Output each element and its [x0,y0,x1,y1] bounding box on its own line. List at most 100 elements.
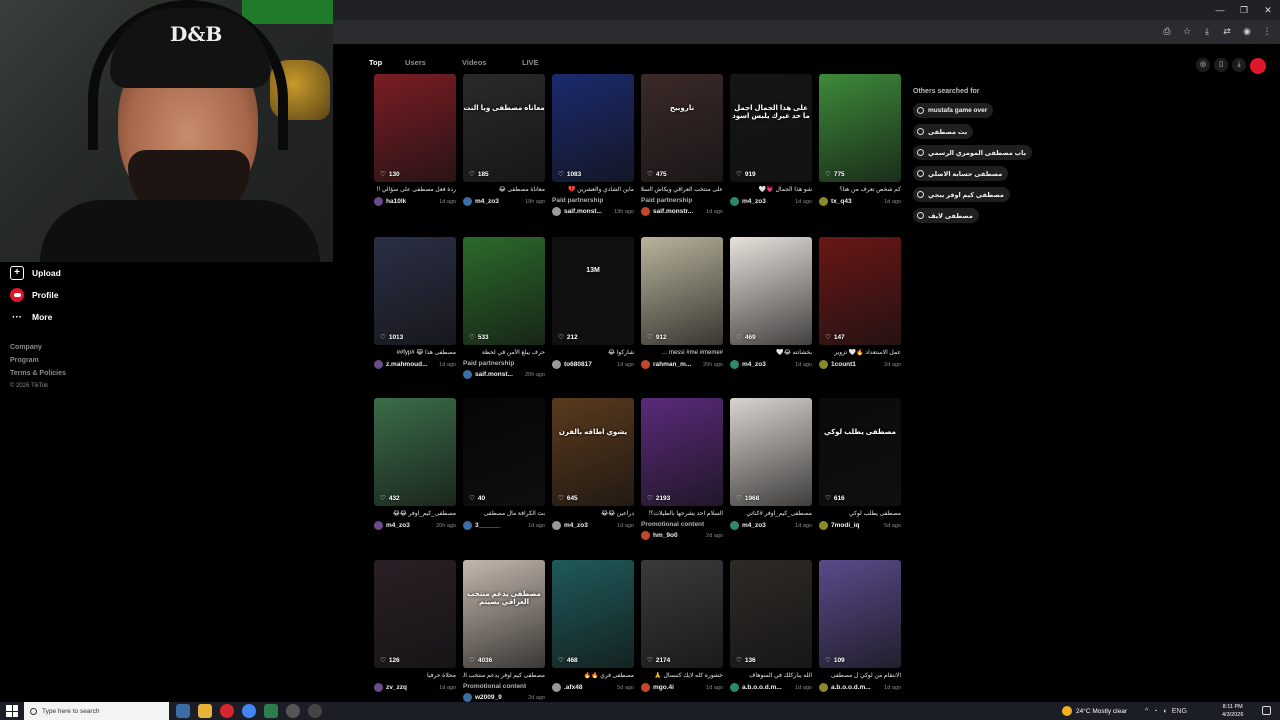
close-icon[interactable]: ✕ [1256,0,1280,20]
notification-icon[interactable] [1262,706,1271,715]
avatar[interactable] [819,360,828,369]
sidebar-item-profile[interactable]: Profile [10,287,58,303]
media-icon[interactable] [308,704,322,718]
username[interactable]: saif.monst... [475,371,522,378]
video-card[interactable]: ♡ 775 كم شخص تعرف من هنا؟ tx_q43 1d ago [819,74,901,206]
avatar[interactable] [641,683,650,692]
avatar[interactable] [463,370,472,379]
video-card[interactable]: ♡ 2193 السلام احد يشرحها بالطيلات؟! Promoti… [641,398,723,540]
obs-icon[interactable] [286,704,300,718]
install-icon[interactable]: ⎙ [1162,26,1172,37]
avatar[interactable] [374,521,383,530]
video-caption[interactable]: شو هذا الجمال 💗🤍 [730,186,812,194]
video-caption[interactable]: الانتقام من لوكي ل مصطفى [819,672,901,680]
clock[interactable]: 8:11 PM 4/3/2026 [1222,703,1243,719]
username[interactable]: saif.monst... [564,208,611,215]
avatar[interactable] [730,683,739,692]
username[interactable]: to680817 [564,361,614,368]
footer-link-company[interactable]: Company [10,344,42,351]
sidebar-item-more[interactable]: ··· More [10,309,52,325]
video-caption[interactable]: الله يباركلك في السوهاف [730,672,812,680]
video-card[interactable]: ♡ 1083 ماين الشادي والعشرين 💔 Paid partners… [552,74,634,216]
avatar[interactable] [730,360,739,369]
username[interactable]: m4_zo3 [564,522,614,529]
username[interactable]: a.b.o.o.d.m... [831,684,881,691]
avatar[interactable] [552,521,561,530]
avatar[interactable] [552,683,561,692]
username[interactable]: m4_zo3 [742,361,792,368]
video-thumbnail[interactable]: ♡ 109 [819,560,901,668]
username[interactable]: saif.monstr... [653,208,703,215]
video-caption[interactable]: ردة فعل مصطفى على سؤالي !! [374,186,456,194]
username[interactable]: 7modi_iq [831,522,881,529]
username[interactable]: 1count1 [831,361,881,368]
video-card[interactable]: معاناه مصطفى ويا النت ♡ 185 معاناة مصطفى 😂 m… [463,74,545,206]
tab-users[interactable]: Users [405,58,462,67]
avatar[interactable] [552,360,561,369]
video-caption[interactable]: عمل الاستعداد 🔥🤍 تزوير [819,349,901,357]
video-card[interactable]: ♡ 40 بث الكرافة مال مصطفى 3______ 1d ago [463,398,545,530]
username[interactable]: m4_zo3 [742,198,792,205]
chevron-up-icon[interactable]: ^ [1145,708,1148,715]
chrome-icon[interactable] [242,704,256,718]
video-thumbnail[interactable]: ♡ 1968 [730,398,812,506]
footer-link-terms[interactable]: Terms & Policies [10,370,66,377]
suggestion-chip[interactable]: مصطفى حسابه الاصلي [913,166,1009,181]
video-thumbnail[interactable]: على هذا الجمال اجمل ما حد غيرك يلبس اسود… [730,74,812,182]
video-card[interactable]: ♡ 533 حرف يبلغ الأمن في لحظة Paid partnersh… [463,237,545,379]
download-icon[interactable]: ⤓ [1202,26,1212,37]
avatar[interactable] [463,521,472,530]
video-thumbnail[interactable]: معاناه مصطفى ويا النت ♡ 185 [463,74,545,182]
maximize-icon[interactable]: ❐ [1232,0,1256,20]
username[interactable]: tx_q43 [831,198,881,205]
video-thumbnail[interactable]: ♡ 136 [730,560,812,668]
video-caption[interactable]: مصطفى_كيم_اوفر 😂😂 [374,510,456,518]
account-icon[interactable]: ◉ [1242,26,1252,37]
video-caption[interactable]: ماين الشادي والعشرين 💔 [552,186,634,194]
video-card[interactable]: ♡ 432 مصطفى_كيم_اوفر 😂😂 m4_zo3 20h ago [374,398,456,530]
video-card[interactable]: يشوي اطاقه بالفرن ♡ 645 دراعين 😂😂 m4_zo3 1d a… [552,398,634,530]
footer-link-program[interactable]: Program [10,357,39,364]
video-card[interactable]: على هذا الجمال اجمل ما حد غيرك يلبس اسود… [730,74,812,206]
video-thumbnail[interactable]: ♡ 1083 [552,74,634,182]
video-caption[interactable]: بخشانته 😂🤍 [730,349,812,357]
video-caption[interactable]: مصطفى فري 🔥🔥 [552,672,634,680]
video-card[interactable]: 13M ♡ 212 شاركوا 😂 to680817 1d ago [552,237,634,369]
compass-icon[interactable]: ◎ [1196,58,1210,72]
volume-icon[interactable]: ◖ [1163,708,1167,715]
phone-icon[interactable]: ▯ [1214,58,1228,72]
avatar[interactable] [730,197,739,206]
video-thumbnail[interactable]: ♡ 912 [641,237,723,345]
task-view-icon[interactable] [176,704,190,718]
video-caption[interactable]: مصطفى يطلب لوكي [819,510,901,518]
app-icon[interactable] [264,704,278,718]
menu-icon[interactable]: ⋮ [1262,26,1272,37]
username[interactable]: m4_zo3 [386,522,433,529]
username[interactable]: w2009_9 [475,694,525,701]
video-card[interactable]: مصطفى يدعم منتخب العراقي بصيتم ♡ 4036 مصطفى… [463,560,545,702]
taskbar-search[interactable]: Type here to search [24,702,169,720]
video-card[interactable]: ♡ 469 بخشانته 😂🤍 m4_zo3 1d ago [730,237,812,369]
username[interactable]: .afx48 [564,684,614,691]
avatar[interactable] [374,360,383,369]
video-caption[interactable]: مصطفى كيم اوفر يدعم منتخب العراقي [463,672,545,680]
language-indicator[interactable]: ENG [1172,708,1187,715]
username[interactable]: rahman_m... [653,361,700,368]
suggestion-chip[interactable]: مصطفى كيم اوفر ببجي [913,187,1010,202]
video-thumbnail[interactable]: ♡ 130 [374,74,456,182]
suggestion-chip[interactable]: مصطفى لايف [913,208,979,223]
video-caption[interactable]: شاركوا 😂 [552,349,634,357]
video-thumbnail[interactable]: ♡ 2174 [641,560,723,668]
video-thumbnail[interactable]: ♡ 2193 [641,398,723,506]
suggestion-chip[interactable]: بث مصطفى [913,124,974,139]
video-thumbnail[interactable]: ♡ 1013 [374,237,456,345]
avatar[interactable] [463,197,472,206]
video-caption[interactable]: دراعين 😂😂 [552,510,634,518]
video-card[interactable]: ♡ 136 الله يباركلك في السوهاف a.b.o.o.d.m..… [730,560,812,692]
avatar[interactable] [819,683,828,692]
video-thumbnail[interactable]: ♡ 468 [552,560,634,668]
username[interactable]: a.b.o.o.d.m... [742,684,792,691]
download-icon[interactable]: ⤓ [1232,58,1246,72]
video-card[interactable]: ♡ 126 محلاة حرفيا zv_zzq 1d ago [374,560,456,692]
suggestion-chip[interactable]: باب مصطفى المومري الرسمي [913,145,1033,160]
